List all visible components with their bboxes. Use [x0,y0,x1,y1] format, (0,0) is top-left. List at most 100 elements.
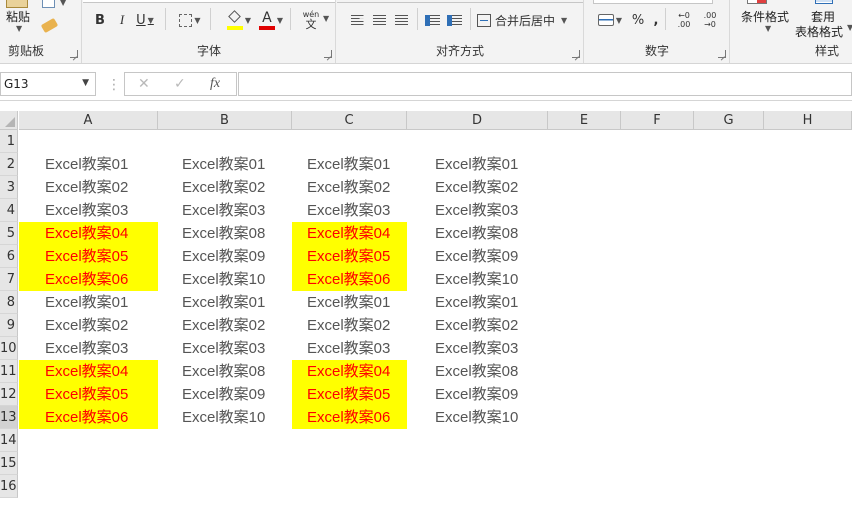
increase-indent-icon[interactable] [445,9,463,31]
column-header-a[interactable]: A [19,111,158,130]
cell-a11[interactable]: Excel教案04 [19,360,158,383]
row-header-15[interactable]: 15 [0,452,18,475]
worksheet-grid[interactable]: A B C D E F G H 1 2 3 4 5 6 7 8 9 10 11 12 13 14 15 16 Excel教案01… [0,111,852,509]
number-format-combo[interactable] [593,0,713,4]
name-box-dropdown-icon[interactable]: ▼ [82,78,89,88]
cell-c2[interactable]: Excel教案01 [292,153,407,176]
row-header-7[interactable]: 7 [0,268,18,291]
conditional-format-button[interactable]: 条件格式 [741,8,789,25]
cell-d8[interactable]: Excel教案01 [407,291,548,314]
format-painter-icon[interactable] [40,17,59,34]
row-header-5[interactable]: 5 [0,222,18,245]
name-box[interactable]: G13 ▼ [0,72,96,96]
column-header-e[interactable]: E [548,111,621,130]
row-header-8[interactable]: 8 [0,291,18,314]
row-header-13[interactable]: 13 [0,406,18,429]
cell-c12[interactable]: Excel教案05 [292,383,407,406]
cell-c5[interactable]: Excel教案04 [292,222,407,245]
cell-b11[interactable]: Excel教案08 [158,360,292,383]
cell-d12[interactable]: Excel教案09 [407,383,548,406]
cell-d2[interactable]: Excel教案01 [407,153,548,176]
cell-b8[interactable]: Excel教案01 [158,291,292,314]
column-header-d[interactable]: D [407,111,548,130]
cell-c3[interactable]: Excel教案02 [292,176,407,199]
cell-a8[interactable]: Excel教案01 [19,291,158,314]
merge-center-button[interactable]: 合并后居中 ▼ [477,9,577,31]
cell-a2[interactable]: Excel教案01 [19,153,158,176]
borders-dropdown-icon[interactable]: ▼ [194,16,200,25]
cell-d3[interactable]: Excel教案02 [407,176,548,199]
select-all-button[interactable] [0,111,18,130]
cell-d11[interactable]: Excel教案08 [407,360,548,383]
table-format-dropdown-icon[interactable]: ▼ [847,23,852,32]
cell-c4[interactable]: Excel教案03 [292,199,407,222]
cell-c8[interactable]: Excel教案01 [292,291,407,314]
fill-color-button[interactable]: ▼ [220,9,258,31]
cell-b4[interactable]: Excel教案03 [158,199,292,222]
cell-a10[interactable]: Excel教案03 [19,337,158,360]
cell-b9[interactable]: Excel教案02 [158,314,292,337]
font-color-dropdown-icon[interactable]: ▼ [277,16,283,25]
conditional-format-dropdown-icon[interactable]: ▼ [765,24,771,33]
cell-d7[interactable]: Excel教案10 [407,268,548,291]
row-header-11[interactable]: 11 [0,360,18,383]
column-header-h[interactable]: H [764,111,852,130]
row-header-1[interactable]: 1 [0,130,18,153]
cell-a13[interactable]: Excel教案06 [19,406,158,429]
row-header-14[interactable]: 14 [0,429,18,452]
table-format-button[interactable]: 表格格式 [795,23,843,40]
increase-decimal-button[interactable]: ←0.00 [673,9,695,31]
row-header-10[interactable]: 10 [0,337,18,360]
underline-button[interactable]: U ▼ [135,9,155,31]
cell-c7[interactable]: Excel教案06 [292,268,407,291]
enter-icon[interactable]: ✓ [174,76,186,92]
align-left-icon[interactable] [349,9,365,31]
percent-button[interactable]: % [630,9,646,31]
clipboard-launcher-icon[interactable] [70,50,78,58]
paste-dropdown-chevron-icon[interactable]: ▼ [16,24,22,33]
row-header-4[interactable]: 4 [0,199,18,222]
cell-a4[interactable]: Excel教案03 [19,199,158,222]
cell-a3[interactable]: Excel教案02 [19,176,158,199]
cell-c6[interactable]: Excel教案05 [292,245,407,268]
paste-button[interactable]: 粘贴 [6,8,30,25]
row-header-16[interactable]: 16 [0,475,18,498]
cell-b13[interactable]: Excel教案10 [158,406,292,429]
cell-b12[interactable]: Excel教案09 [158,383,292,406]
cell-d6[interactable]: Excel教案09 [407,245,548,268]
column-header-f[interactable]: F [621,111,694,130]
row-header-2[interactable]: 2 [0,153,18,176]
cell-d10[interactable]: Excel教案03 [407,337,548,360]
cell-a5[interactable]: Excel教案04 [19,222,158,245]
column-header-b[interactable]: B [158,111,292,130]
number-launcher-icon[interactable] [718,50,726,58]
comma-button[interactable]: , [651,9,661,31]
cell-c9[interactable]: Excel教案02 [292,314,407,337]
cell-b6[interactable]: Excel教案09 [158,245,292,268]
cell-d13[interactable]: Excel教案10 [407,406,548,429]
row-header-12[interactable]: 12 [0,383,18,406]
phonetic-dropdown-icon[interactable]: ▼ [323,14,329,23]
underline-dropdown-icon[interactable]: ▼ [148,16,154,25]
cancel-icon[interactable]: ✕ [138,76,150,92]
cell-b2[interactable]: Excel教案01 [158,153,292,176]
column-header-g[interactable]: G [694,111,764,130]
insert-function-icon[interactable]: fx [210,76,220,92]
font-launcher-icon[interactable] [324,50,332,58]
decrease-indent-icon[interactable] [423,9,441,31]
accounting-format-button[interactable]: ▼ [593,9,627,31]
formula-bar-grip-icon[interactable]: ⋮ [107,77,121,93]
alignment-launcher-icon[interactable] [572,50,580,58]
bold-button[interactable]: B [91,9,109,31]
row-header-9[interactable]: 9 [0,314,18,337]
copy-icon[interactable] [42,0,55,8]
row-header-6[interactable]: 6 [0,245,18,268]
decrease-decimal-button[interactable]: .00 →0 [699,9,721,31]
cell-d4[interactable]: Excel教案03 [407,199,548,222]
cell-d9[interactable]: Excel教案02 [407,314,548,337]
paste-icon[interactable] [6,0,28,8]
cell-c10[interactable]: Excel教案03 [292,337,407,360]
borders-button[interactable]: ▼ [175,9,205,31]
accounting-dropdown-icon[interactable]: ▼ [616,16,622,25]
cell-a6[interactable]: Excel教案05 [19,245,158,268]
